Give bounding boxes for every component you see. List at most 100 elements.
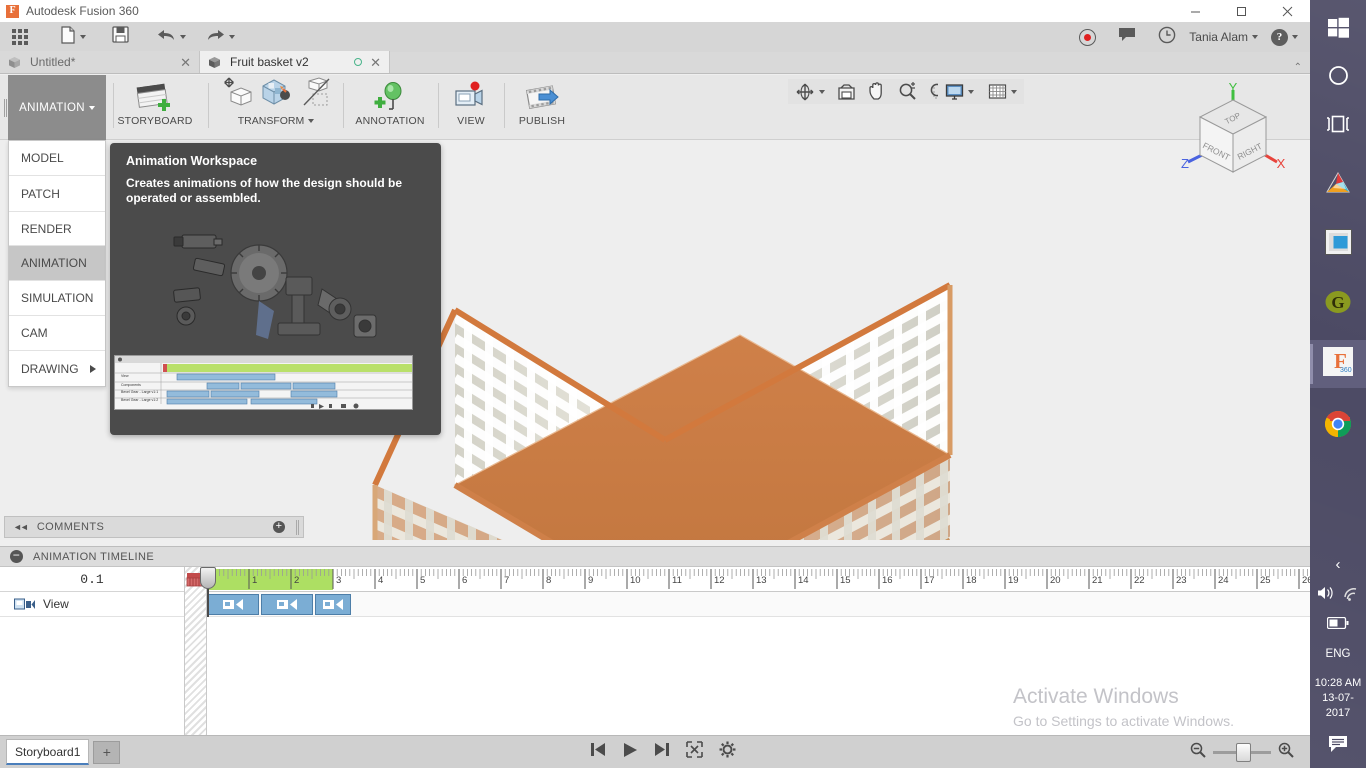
pan-button[interactable] <box>865 81 889 102</box>
start-button[interactable] <box>1310 6 1366 54</box>
language-indicator[interactable]: ENG <box>1326 648 1351 660</box>
volume-icon[interactable] <box>1317 585 1335 606</box>
workspace-menu-item-cam[interactable]: CAM <box>9 316 105 351</box>
chevron-down-icon <box>80 35 86 39</box>
minimize-button[interactable] <box>1172 0 1218 22</box>
collapse-ribbon-icon[interactable]: ⌃ <box>1294 62 1302 73</box>
app-grid-button[interactable] <box>6 22 34 52</box>
look-at-button[interactable] <box>834 81 859 102</box>
workspace-menu-item-model[interactable]: MODEL <box>9 141 105 176</box>
resize-grip[interactable] <box>296 520 299 535</box>
storyboard-tab-label: Storyboard1 <box>15 744 81 759</box>
zoom-in-button[interactable] <box>1278 742 1294 763</box>
display-settings-button[interactable] <box>942 81 977 102</box>
clock-date[interactable]: 13-07-2017 <box>1310 691 1366 721</box>
keyframe-block[interactable] <box>315 594 351 615</box>
ribbon-group-view[interactable]: VIEW <box>444 75 498 140</box>
new-file-button[interactable] <box>54 22 92 52</box>
close-icon[interactable]: ✕ <box>370 56 381 69</box>
document-tab-untitled[interactable]: Untitled* ✕ <box>0 51 200 73</box>
record-button[interactable] <box>1073 22 1102 52</box>
storyboard-tab[interactable]: Storyboard1 <box>6 739 90 765</box>
ribbon-group-annotation[interactable]: ANNOTATION <box>350 75 430 140</box>
tooltip-title: Animation Workspace <box>126 154 258 168</box>
workspace-switcher-button[interactable]: ANIMATION <box>8 75 106 140</box>
collapse-timeline-icon[interactable]: − <box>10 549 23 563</box>
document-tab-strip: Untitled* ✕ Fruit basket v2 ✕ ⌃ <box>0 51 1310 74</box>
task-view-button[interactable] <box>1310 102 1366 150</box>
settings-button[interactable] <box>719 741 736 763</box>
comments-label: COMMENTS <box>36 521 105 533</box>
ribbon-group-publish[interactable]: PUBLISH <box>510 75 574 140</box>
workspace-menu-item-animation[interactable]: ANIMATION <box>9 246 105 281</box>
playhead-handle[interactable] <box>200 567 216 589</box>
maximize-button[interactable] <box>1218 0 1264 22</box>
fit-button[interactable] <box>686 741 703 763</box>
workspace-menu-item-simulation[interactable]: SIMULATION <box>9 281 105 316</box>
bottom-status-bar: Storyboard1 + <box>0 735 1310 768</box>
add-comment-button[interactable]: + <box>273 521 285 533</box>
add-storyboard-button[interactable]: + <box>93 740 121 764</box>
svg-text:23: 23 <box>1176 575 1187 586</box>
animation-timeline-header[interactable]: − ANIMATION TIMELINE <box>0 546 1310 567</box>
grid-snap-button[interactable] <box>985 81 1020 102</box>
chrome-app-button[interactable] <box>1310 402 1366 450</box>
skip-to-end-button[interactable] <box>654 742 670 762</box>
autodesk-app-button[interactable] <box>1310 162 1366 210</box>
explode-icon[interactable] <box>259 76 293 113</box>
ribbon-separator <box>113 83 114 128</box>
tray-expand-button[interactable]: ‹ <box>1336 556 1341 573</box>
comments-panel[interactable]: ◄◄ COMMENTS + <box>4 516 304 538</box>
fusion360-app-button[interactable]: F 360 <box>1310 340 1366 388</box>
svg-text:2: 2 <box>294 575 299 586</box>
timeline-track-view[interactable]: View <box>0 592 184 617</box>
timeline-playhead[interactable] <box>200 567 216 617</box>
battery-icon[interactable] <box>1326 616 1349 634</box>
collapse-left-icon[interactable]: ◄◄ <box>13 522 29 532</box>
help-menu[interactable]: ? <box>1265 22 1304 52</box>
g-app-button[interactable]: G <box>1310 280 1366 328</box>
workspace-menu-item-patch[interactable]: PATCH <box>9 176 105 211</box>
timeline-track-row-view[interactable] <box>207 592 1310 617</box>
ribbon-group-transform[interactable]: TRANSFORM <box>214 75 338 140</box>
timeline-left-column: 0.1 View <box>0 567 185 735</box>
cortana-search-button[interactable] <box>1310 54 1366 102</box>
svg-text:18: 18 <box>966 575 977 586</box>
zoom-slider[interactable] <box>1213 742 1271 762</box>
g-letter-icon: G <box>1325 290 1351 319</box>
view-cube[interactable]: Y Z X TOP FRONT RIGHT <box>1178 80 1288 187</box>
skip-to-start-button[interactable] <box>590 742 606 762</box>
clock-time[interactable]: 10:28 AM <box>1315 676 1361 691</box>
history-button[interactable] <box>1152 22 1182 52</box>
save-button[interactable] <box>106 22 135 52</box>
orbit-button[interactable] <box>792 81 828 102</box>
workspace-menu-item-render[interactable]: RENDER <box>9 211 105 246</box>
timeline-current-time[interactable]: 0.1 <box>0 567 184 592</box>
close-icon[interactable]: ✕ <box>180 56 191 69</box>
wifi-icon[interactable] <box>1342 585 1360 606</box>
zoom-slider-knob[interactable] <box>1236 742 1251 762</box>
windows-app-button[interactable] <box>1310 220 1366 268</box>
chevron-down-icon <box>308 119 315 123</box>
timeline-ruler[interactable]: 1 2 3 4 5 6 7 8 9 10 11 12 13 14 15 16 17 18 19 20 21 22 23 24 2… <box>207 567 1310 592</box>
play-button[interactable] <box>622 742 638 763</box>
keyframe-block[interactable] <box>261 594 313 615</box>
action-center-icon[interactable] <box>1328 735 1348 758</box>
workspace-menu-item-drawing[interactable]: DRAWING <box>9 351 105 386</box>
move-component-icon[interactable] <box>219 76 253 113</box>
windows-logo-icon <box>1327 17 1349 43</box>
restore-home-icon[interactable] <box>299 76 333 113</box>
chevron-down-icon <box>968 89 974 94</box>
user-menu[interactable]: Tania Alam <box>1182 22 1265 52</box>
notifications-button[interactable] <box>1112 22 1142 52</box>
redo-button[interactable] <box>200 22 241 52</box>
svg-text:11: 11 <box>672 575 682 586</box>
zoom-out-button[interactable] <box>1190 742 1206 763</box>
ribbon-group-storyboard[interactable]: STORYBOARD <box>117 75 192 140</box>
undo-button[interactable] <box>151 22 192 52</box>
chevron-down-icon <box>1252 35 1258 39</box>
close-button[interactable] <box>1264 0 1310 22</box>
zoom-button[interactable] <box>895 81 920 102</box>
keyframe-block[interactable] <box>207 594 259 615</box>
document-tab-fruit-basket[interactable]: Fruit basket v2 ✕ <box>200 51 390 73</box>
